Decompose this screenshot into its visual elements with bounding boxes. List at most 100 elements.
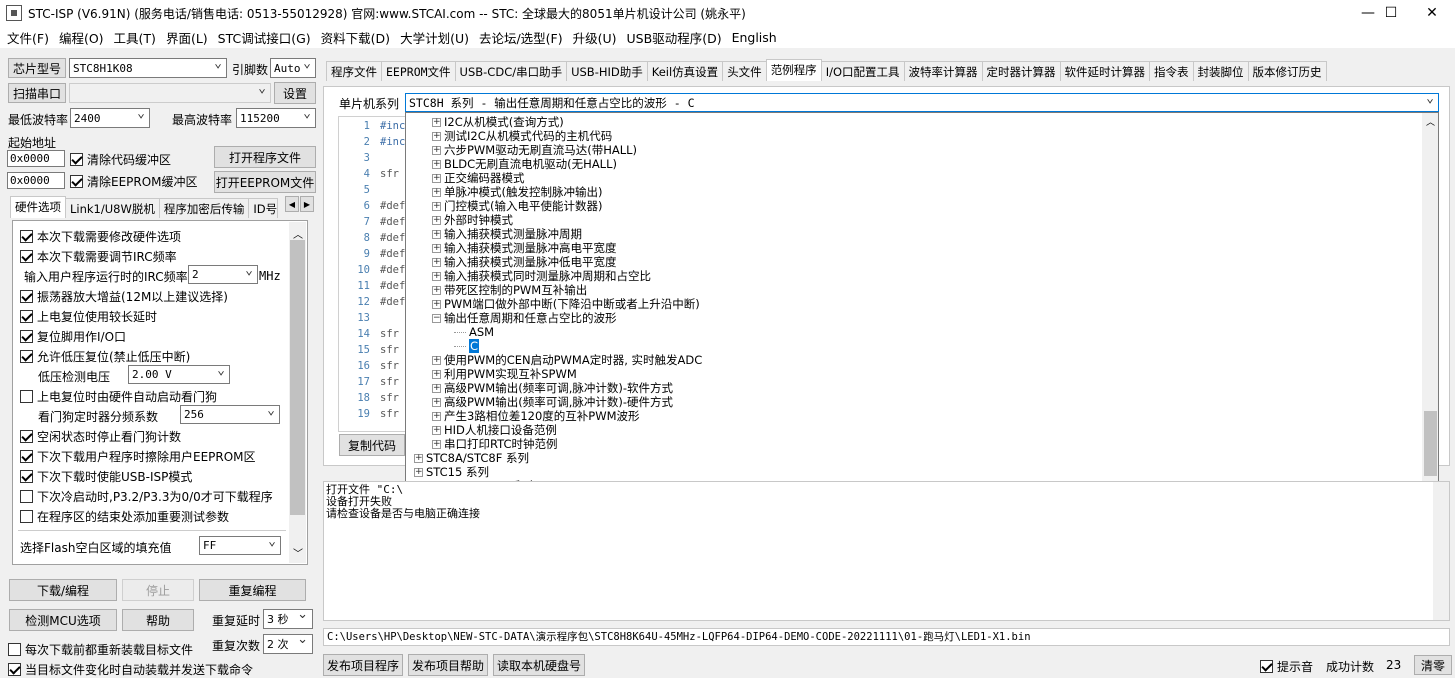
tab-baud-calc[interactable]: 波特率计算器 — [903, 61, 983, 81]
option-usb-isp[interactable]: 下次下载时使能USB-ISP模式 — [20, 468, 192, 485]
tree-item[interactable]: + 利用PWM实现互补SPWM — [432, 367, 577, 381]
expand-icon[interactable]: + — [432, 397, 441, 407]
option-low-voltage-reset[interactable]: 允许低压复位(禁止低压中断) — [20, 348, 190, 365]
tab-id[interactable]: ID号 — [248, 198, 279, 218]
option-modify-hardware[interactable]: 本次下载需要修改硬件选项 — [20, 228, 181, 245]
beep-checkbox[interactable]: 提示音 — [1260, 658, 1313, 675]
tab-usb-hid[interactable]: USB-HID助手 — [566, 61, 648, 81]
tree-item[interactable]: + 串口打印RTC时钟范例 — [432, 437, 558, 451]
menu-tools[interactable]: 工具(T) — [109, 28, 161, 47]
help-button[interactable]: 帮助 — [122, 609, 194, 631]
tab-prev-arrow-icon[interactable]: ◀ — [285, 196, 299, 212]
tab-next-arrow-icon[interactable]: ▶ — [300, 196, 314, 212]
code-address-input[interactable]: 0x0000 — [7, 150, 65, 167]
max-baud-select[interactable]: 115200 — [236, 108, 316, 128]
tree-item[interactable]: + 单脉冲模式(触发控制脉冲输出) — [432, 185, 602, 199]
tree-item[interactable]: + 测试I2C从机模式代码的主机代码 — [432, 129, 612, 143]
tab-encrypted-transfer[interactable]: 程序加密后传输 — [158, 198, 250, 218]
tree-item[interactable]: + 高级PWM输出(频率可调,脉冲计数)-硬件方式 — [432, 395, 673, 409]
publish-project-button[interactable]: 发布项目程序 — [323, 654, 403, 676]
tree-item[interactable]: + 六步PWM驱动无刷直流马达(带HALL) — [432, 143, 637, 157]
expand-icon[interactable]: + — [432, 299, 441, 309]
expand-icon[interactable]: + — [432, 201, 441, 211]
expand-icon[interactable]: + — [432, 355, 441, 365]
clear-eeprom-buffer-checkbox[interactable]: 清除EEPROM缓冲区 — [70, 173, 198, 190]
expand-icon[interactable]: + — [432, 439, 441, 449]
read-disk-id-button[interactable]: 读取本机硬盘号 — [493, 654, 585, 676]
expand-icon[interactable]: + — [432, 215, 441, 225]
option-cold-start-p32[interactable]: 下次冷启动时,P3.2/P3.3为0/0才可下载程序 — [20, 488, 273, 505]
repeat-program-button[interactable]: 重复编程 — [199, 579, 306, 601]
example-tree-dropdown[interactable]: ︿ ﹀ +I2C从机模式(查询方式)+测试I2C从机模式代码的主机代码+六步PW… — [405, 112, 1439, 511]
expand-icon[interactable]: + — [432, 285, 441, 295]
tree-series-node[interactable]: + STC15 系列 — [414, 465, 489, 479]
copy-code-button[interactable]: 复制代码 — [339, 434, 405, 456]
option-hardware-watchdog[interactable]: 上电复位时由硬件自动启动看门狗 — [20, 388, 217, 405]
tab-keil-settings[interactable]: Keil仿真设置 — [646, 61, 724, 81]
tree-item[interactable]: + 门控模式(输入电平使能计数器) — [432, 199, 602, 213]
scroll-up-icon[interactable]: ︿ — [293, 226, 303, 241]
menu-usb-driver[interactable]: USB驱动程序(D) — [622, 28, 727, 47]
tree-item[interactable]: + 输入捕获模式测量脉冲周期 — [432, 227, 582, 241]
open-eeprom-file-button[interactable]: 打开EEPROM文件 — [214, 171, 316, 193]
expand-icon[interactable]: + — [414, 467, 423, 477]
menu-university[interactable]: 大学计划(U) — [395, 28, 474, 47]
option-oscillator-gain[interactable]: 振荡器放大增益(12M以上建议选择) — [20, 288, 228, 305]
tab-revision-history[interactable]: 版本修订历史 — [1247, 61, 1327, 81]
low-voltage-select[interactable]: 2.00 V — [128, 365, 230, 384]
tree-item[interactable]: + 输入捕获模式测量脉冲低电平宽度 — [432, 255, 617, 269]
flash-fill-select[interactable]: FF — [199, 536, 281, 555]
tab-hardware-options[interactable]: 硬件选项 — [10, 196, 66, 218]
open-program-file-button[interactable]: 打开程序文件 — [214, 146, 316, 168]
tree-item[interactable]: + 正交编码器模式 — [432, 171, 525, 185]
menu-debug[interactable]: STC调试接口(G) — [213, 28, 316, 47]
expand-icon[interactable]: + — [414, 453, 423, 463]
watchdog-divider-select[interactable]: 256 — [180, 405, 280, 424]
close-button[interactable]: ✕ — [1409, 0, 1455, 26]
expand-icon[interactable]: + — [432, 411, 441, 421]
tab-eeprom-file[interactable]: EEPROM文件 — [381, 61, 456, 81]
expand-icon[interactable]: + — [432, 369, 441, 379]
tab-package-pins[interactable]: 封装脚位 — [1192, 61, 1249, 81]
tree-scrollbar-thumb[interactable] — [1424, 410, 1437, 476]
tab-program-file[interactable]: 程序文件 — [326, 61, 382, 81]
expand-icon[interactable]: + — [432, 131, 441, 141]
auto-send-checkbox[interactable]: 当目标文件变化时自动装载并发送下载命令 — [8, 661, 253, 678]
expand-icon[interactable]: + — [432, 159, 441, 169]
port-select[interactable] — [69, 83, 271, 103]
tab-delay-calc[interactable]: 软件延时计算器 — [1059, 61, 1151, 81]
pin-count-select[interactable]: Auto — [270, 58, 316, 78]
option-erase-eeprom[interactable]: 下次下载用户程序时擦除用户EEPROM区 — [20, 448, 256, 465]
scan-port-button[interactable]: 扫描串口 — [8, 83, 66, 103]
option-idle-stop-watchdog[interactable]: 空闲状态时停止看门狗计数 — [20, 428, 181, 445]
log-scrollbar[interactable] — [1433, 482, 1449, 620]
tab-instruction-table[interactable]: 指令表 — [1149, 61, 1194, 81]
download-program-button[interactable]: 下载/编程 — [9, 579, 117, 601]
detect-mcu-button[interactable]: 检测MCU选项 — [9, 609, 117, 631]
option-long-reset-delay[interactable]: 上电复位使用较长延时 — [20, 308, 157, 325]
scrollbar-thumb[interactable] — [290, 240, 305, 515]
publish-help-button[interactable]: 发布项目帮助 — [408, 654, 488, 676]
repeat-count-select[interactable]: 2 次 — [263, 634, 313, 654]
expand-icon[interactable]: + — [432, 229, 441, 239]
expand-icon[interactable]: + — [432, 117, 441, 127]
clear-count-button[interactable]: 清零 — [1414, 655, 1452, 675]
tab-header-files[interactable]: 头文件 — [722, 61, 767, 81]
irc-frequency-select[interactable]: 2 — [188, 265, 258, 284]
collapse-icon[interactable]: − — [432, 313, 441, 323]
tree-child-item[interactable]: C — [454, 339, 480, 353]
tree-item[interactable]: + 产生3路相位差120度的互补PWM波形 — [432, 409, 640, 423]
expand-icon[interactable]: + — [432, 425, 441, 435]
expand-icon[interactable]: + — [432, 173, 441, 183]
menu-english[interactable]: English — [727, 30, 782, 45]
menu-interface[interactable]: 界面(L) — [161, 28, 213, 47]
tree-child-item[interactable]: ASM — [454, 325, 494, 339]
chip-model-select[interactable]: STC8H1K08 — [69, 58, 227, 78]
tree-series-node[interactable]: + STC8A/STC8F 系列 — [414, 451, 529, 465]
repeat-delay-select[interactable]: 3 秒 — [263, 609, 313, 629]
tree-item[interactable]: + BLDC无刷直流电机驱动(无HALL) — [432, 157, 617, 171]
expand-icon[interactable]: + — [432, 187, 441, 197]
menu-file[interactable]: 文件(F) — [2, 28, 54, 47]
maximize-button[interactable]: ☐ — [1368, 0, 1414, 26]
expand-icon[interactable]: + — [432, 257, 441, 267]
